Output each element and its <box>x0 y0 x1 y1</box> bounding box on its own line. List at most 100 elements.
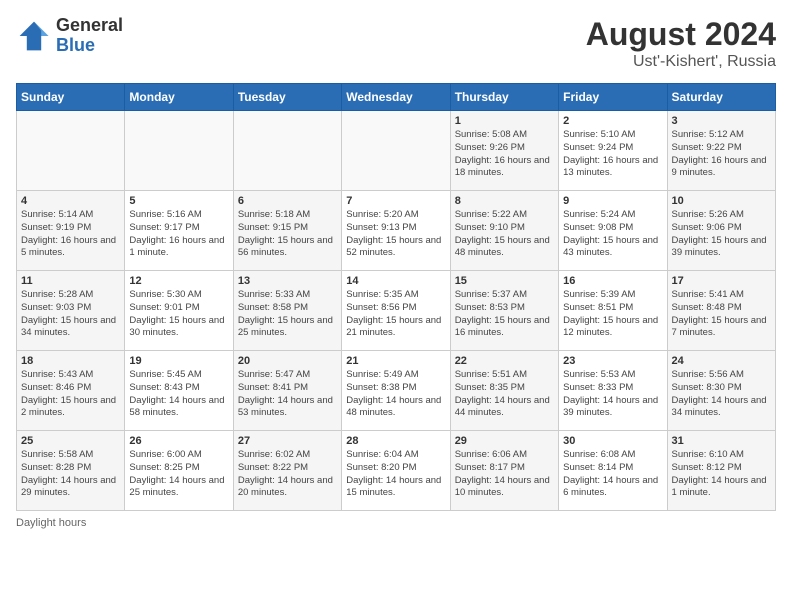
calendar-week-2: 4 Sunrise: 5:14 AM Sunset: 9:19 PM Daylig… <box>17 191 776 271</box>
calendar-cell: 5Sunrise: 5:16 AM Sunset: 9:17 PM Daylig… <box>125 191 233 271</box>
day-info: Sunrise: 6:04 AM Sunset: 8:20 PM Dayligh… <box>346 449 445 500</box>
weekday-header-monday: Monday <box>125 84 233 111</box>
day-info: Sunrise: 5:14 AM Sunset: 9:19 PM Dayligh… <box>21 209 120 260</box>
day-number: 22 <box>455 355 554 367</box>
calendar-cell: 16Sunrise: 5:39 AM Sunset: 8:51 PM Dayli… <box>559 271 667 351</box>
calendar-cell: 29 Sunrise: 6:06 AM Sunset: 8:17 PM Dayli… <box>450 431 558 511</box>
day-number: 21 <box>346 355 445 367</box>
day-number: 27 <box>238 435 337 447</box>
day-number: 19 <box>129 355 228 367</box>
weekday-header-row: SundayMondayTuesdayWednesdayThursdayFrid… <box>17 84 776 111</box>
day-number: 31 <box>672 435 771 447</box>
logo-text: General Blue <box>56 16 123 56</box>
calendar-cell: 27Sunrise: 6:02 AM Sunset: 8:22 PM Dayli… <box>233 431 341 511</box>
day-number: 8 <box>455 195 554 207</box>
calendar-cell: 13 Sunrise: 5:33 AM Sunset: 8:58 PM Dayli… <box>233 271 341 351</box>
calendar-cell: 3Sunrise: 5:12 AM Sunset: 9:22 PM Daylig… <box>667 111 775 191</box>
day-info: Sunrise: 5:37 AM Sunset: 8:53 PM Dayligh… <box>455 289 554 340</box>
day-info: Sunrise: 5:08 AM Sunset: 9:26 PM Dayligh… <box>455 129 554 180</box>
calendar-cell: 11 Sunrise: 5:28 AM Sunset: 9:03 PM Dayli… <box>17 271 125 351</box>
day-info: Sunrise: 5:16 AM Sunset: 9:17 PM Dayligh… <box>129 209 228 260</box>
day-info: Sunrise: 5:28 AM Sunset: 9:03 PM Dayligh… <box>21 289 120 340</box>
day-number: 16 <box>563 275 662 287</box>
day-number: 25 <box>21 435 120 447</box>
calendar-cell: 1 Sunrise: 5:08 AM Sunset: 9:26 PM Daylig… <box>450 111 558 191</box>
weekday-header-tuesday: Tuesday <box>233 84 341 111</box>
footer-label: Daylight hours <box>16 517 776 529</box>
day-number: 12 <box>129 275 228 287</box>
calendar-cell: 14 Sunrise: 5:35 AM Sunset: 8:56 PM Dayli… <box>342 271 450 351</box>
calendar-cell: 28 Sunrise: 6:04 AM Sunset: 8:20 PM Dayli… <box>342 431 450 511</box>
calendar-cell: 18Sunrise: 5:43 AM Sunset: 8:46 PM Dayli… <box>17 351 125 431</box>
day-number: 28 <box>346 435 445 447</box>
page-header: General Blue August 2024 Ust'-Kishert', … <box>16 16 776 71</box>
calendar-cell: 24Sunrise: 5:56 AM Sunset: 8:30 PM Dayli… <box>667 351 775 431</box>
calendar-week-3: 11 Sunrise: 5:28 AM Sunset: 9:03 PM Dayli… <box>17 271 776 351</box>
day-number: 13 <box>238 275 337 287</box>
day-number: 2 <box>563 115 662 127</box>
day-info: Sunrise: 5:22 AM Sunset: 9:10 PM Dayligh… <box>455 209 554 260</box>
day-info: Sunrise: 5:41 AM Sunset: 8:48 PM Dayligh… <box>672 289 771 340</box>
logo: General Blue <box>16 16 123 56</box>
day-info: Sunrise: 5:53 AM Sunset: 8:33 PM Dayligh… <box>563 369 662 420</box>
day-info: Sunrise: 5:10 AM Sunset: 9:24 PM Dayligh… <box>563 129 662 180</box>
calendar-cell: 15 Sunrise: 5:37 AM Sunset: 8:53 PM Dayli… <box>450 271 558 351</box>
weekday-header-sunday: Sunday <box>17 84 125 111</box>
calendar-cell: 7Sunrise: 5:20 AM Sunset: 9:13 PM Daylig… <box>342 191 450 271</box>
day-number: 4 <box>21 195 120 207</box>
day-number: 26 <box>129 435 228 447</box>
title-block: August 2024 Ust'-Kishert', Russia <box>586 16 776 71</box>
calendar-cell: 6 Sunrise: 5:18 AM Sunset: 9:15 PM Daylig… <box>233 191 341 271</box>
day-info: Sunrise: 5:51 AM Sunset: 8:35 PM Dayligh… <box>455 369 554 420</box>
day-number: 20 <box>238 355 337 367</box>
day-info: Sunrise: 5:24 AM Sunset: 9:08 PM Dayligh… <box>563 209 662 260</box>
day-number: 1 <box>455 115 554 127</box>
month-year: August 2024 <box>586 16 776 53</box>
day-number: 18 <box>21 355 120 367</box>
calendar-cell <box>233 111 341 191</box>
day-info: Sunrise: 5:49 AM Sunset: 8:38 PM Dayligh… <box>346 369 445 420</box>
weekday-header-friday: Friday <box>559 84 667 111</box>
day-number: 17 <box>672 275 771 287</box>
calendar-cell: 25 Sunrise: 5:58 AM Sunset: 8:28 PM Dayli… <box>17 431 125 511</box>
calendar-cell <box>342 111 450 191</box>
weekday-header-saturday: Saturday <box>667 84 775 111</box>
day-number: 23 <box>563 355 662 367</box>
day-number: 10 <box>672 195 771 207</box>
day-number: 29 <box>455 435 554 447</box>
day-number: 14 <box>346 275 445 287</box>
logo-general: General <box>56 16 123 36</box>
day-info: Sunrise: 5:45 AM Sunset: 8:43 PM Dayligh… <box>129 369 228 420</box>
day-info: Sunrise: 5:58 AM Sunset: 8:28 PM Dayligh… <box>21 449 120 500</box>
day-number: 7 <box>346 195 445 207</box>
calendar-cell: 31 Sunrise: 6:10 AM Sunset: 8:12 PM Dayli… <box>667 431 775 511</box>
day-info: Sunrise: 5:35 AM Sunset: 8:56 PM Dayligh… <box>346 289 445 340</box>
calendar-cell: 17 Sunrise: 5:41 AM Sunset: 8:48 PM Dayli… <box>667 271 775 351</box>
logo-blue: Blue <box>56 36 123 56</box>
day-number: 6 <box>238 195 337 207</box>
calendar-cell: 26Sunrise: 6:00 AM Sunset: 8:25 PM Dayli… <box>125 431 233 511</box>
calendar-table: SundayMondayTuesdayWednesdayThursdayFrid… <box>16 83 776 511</box>
calendar-cell: 2 Sunrise: 5:10 AM Sunset: 9:24 PM Daylig… <box>559 111 667 191</box>
calendar-cell: 19 Sunrise: 5:45 AM Sunset: 8:43 PM Dayli… <box>125 351 233 431</box>
calendar-cell: 10 Sunrise: 5:26 AM Sunset: 9:06 PM Dayli… <box>667 191 775 271</box>
day-info: Sunrise: 5:18 AM Sunset: 9:15 PM Dayligh… <box>238 209 337 260</box>
calendar-cell <box>17 111 125 191</box>
day-number: 15 <box>455 275 554 287</box>
calendar-cell <box>125 111 233 191</box>
calendar-cell: 12 Sunrise: 5:30 AM Sunset: 9:01 PM Dayli… <box>125 271 233 351</box>
calendar-cell: 23 Sunrise: 5:53 AM Sunset: 8:33 PM Dayli… <box>559 351 667 431</box>
day-info: Sunrise: 5:33 AM Sunset: 8:58 PM Dayligh… <box>238 289 337 340</box>
day-info: Sunrise: 5:26 AM Sunset: 9:06 PM Dayligh… <box>672 209 771 260</box>
calendar-cell: 20 Sunrise: 5:47 AM Sunset: 8:41 PM Dayli… <box>233 351 341 431</box>
day-number: 30 <box>563 435 662 447</box>
day-number: 11 <box>21 275 120 287</box>
day-info: Sunrise: 6:10 AM Sunset: 8:12 PM Dayligh… <box>672 449 771 500</box>
calendar-cell: 21 Sunrise: 5:49 AM Sunset: 8:38 PM Dayli… <box>342 351 450 431</box>
day-info: Sunrise: 5:12 AM Sunset: 9:22 PM Dayligh… <box>672 129 771 180</box>
day-info: Sunrise: 6:06 AM Sunset: 8:17 PM Dayligh… <box>455 449 554 500</box>
calendar-cell: 4 Sunrise: 5:14 AM Sunset: 9:19 PM Daylig… <box>17 191 125 271</box>
day-info: Sunrise: 5:47 AM Sunset: 8:41 PM Dayligh… <box>238 369 337 420</box>
day-info: Sunrise: 5:30 AM Sunset: 9:01 PM Dayligh… <box>129 289 228 340</box>
day-info: Sunrise: 5:56 AM Sunset: 8:30 PM Dayligh… <box>672 369 771 420</box>
